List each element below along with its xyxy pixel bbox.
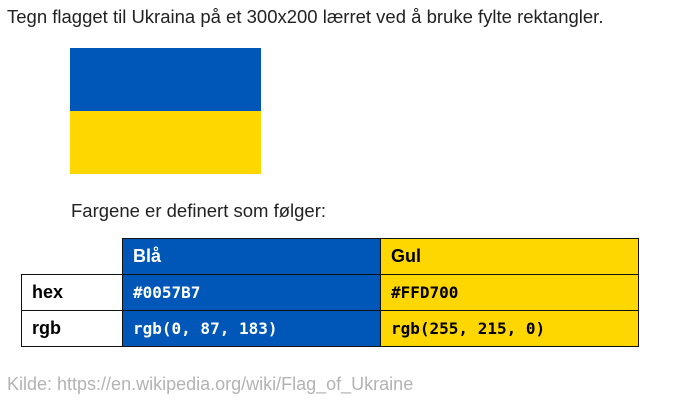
rgb-value-yellow: rgb(255, 215, 0) [380,310,639,347]
intro-text: Fargene er definert som følger: [71,200,326,221]
row-label-rgb: rgb [21,310,123,347]
hex-value-yellow: #FFD700 [380,274,639,311]
column-header-blue: Blå [122,238,381,275]
column-header-yellow: Gul [380,238,639,275]
ukraine-flag [70,48,261,174]
table-row: hex #0057B7 #FFD700 [21,274,639,311]
hex-value-blue: #0057B7 [122,274,381,311]
table-header-row: Blå Gul [21,238,639,275]
task-text: Tegn flagget til Ukraina på et 300x200 l… [7,6,604,27]
color-table: Blå Gul hex #0057B7 #FFD700 rgb rgb(0, 8… [21,238,639,347]
rgb-value-blue: rgb(0, 87, 183) [122,310,381,347]
source-text: Kilde: https://en.wikipedia.org/wiki/Fla… [7,374,414,394]
table-corner-cell [21,238,123,275]
row-label-hex: hex [21,274,123,311]
flag-top-stripe [70,48,261,111]
table-row: rgb rgb(0, 87, 183) rgb(255, 215, 0) [21,310,639,347]
flag-bottom-stripe [70,111,261,174]
